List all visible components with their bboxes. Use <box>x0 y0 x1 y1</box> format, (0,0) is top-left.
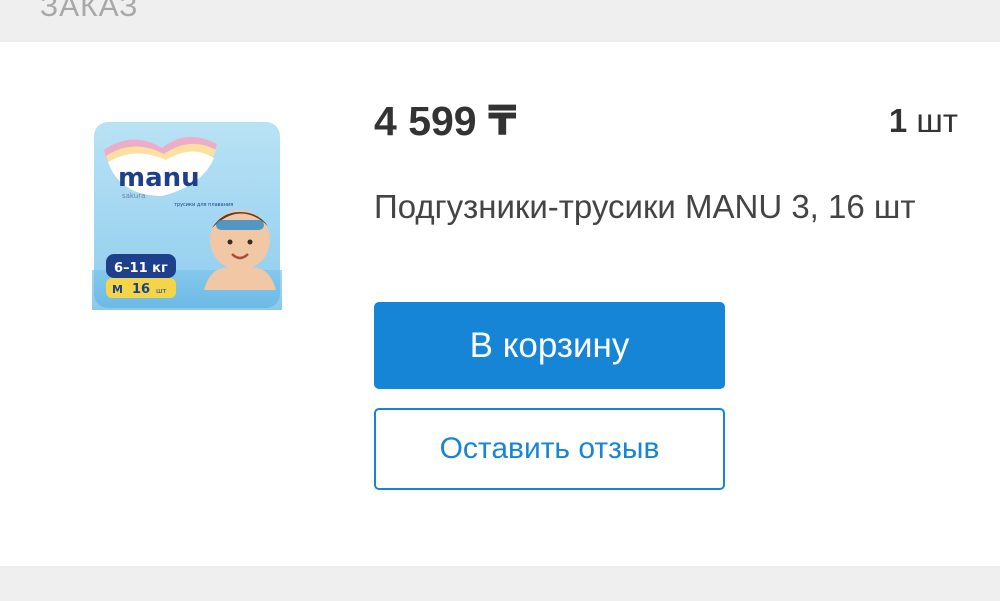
section-title: ЗАКАЗ <box>40 0 139 23</box>
quantity-number: 1 <box>888 102 908 139</box>
next-section-divider <box>0 566 1000 601</box>
product-quantity: 1 шт <box>889 102 958 140</box>
section-header: ЗАКАЗ <box>0 0 1000 42</box>
product-name[interactable]: Подгузники-трусики MANU 3, 16 шт <box>374 187 934 227</box>
quantity-unit: шт <box>907 102 958 139</box>
product-price: 4 599 ₸ <box>374 98 517 144</box>
product-image[interactable]: manu sakura трусики для плавания 6–11 кг… <box>92 120 282 310</box>
svg-text:трусики для плавания: трусики для плавания <box>174 202 233 208</box>
add-to-cart-button[interactable]: В корзину <box>374 302 725 389</box>
leave-review-button[interactable]: Оставить отзыв <box>374 408 725 490</box>
svg-text:шт: шт <box>156 287 166 295</box>
brand-logo: manu <box>118 163 200 193</box>
svg-text:6–11 кг: 6–11 кг <box>114 261 168 276</box>
svg-text:16: 16 <box>132 282 150 297</box>
svg-text:sakura: sakura <box>122 192 145 200</box>
svg-text:M: M <box>112 283 123 296</box>
order-item-card: manu sakura трусики для плавания 6–11 кг… <box>0 42 1000 566</box>
